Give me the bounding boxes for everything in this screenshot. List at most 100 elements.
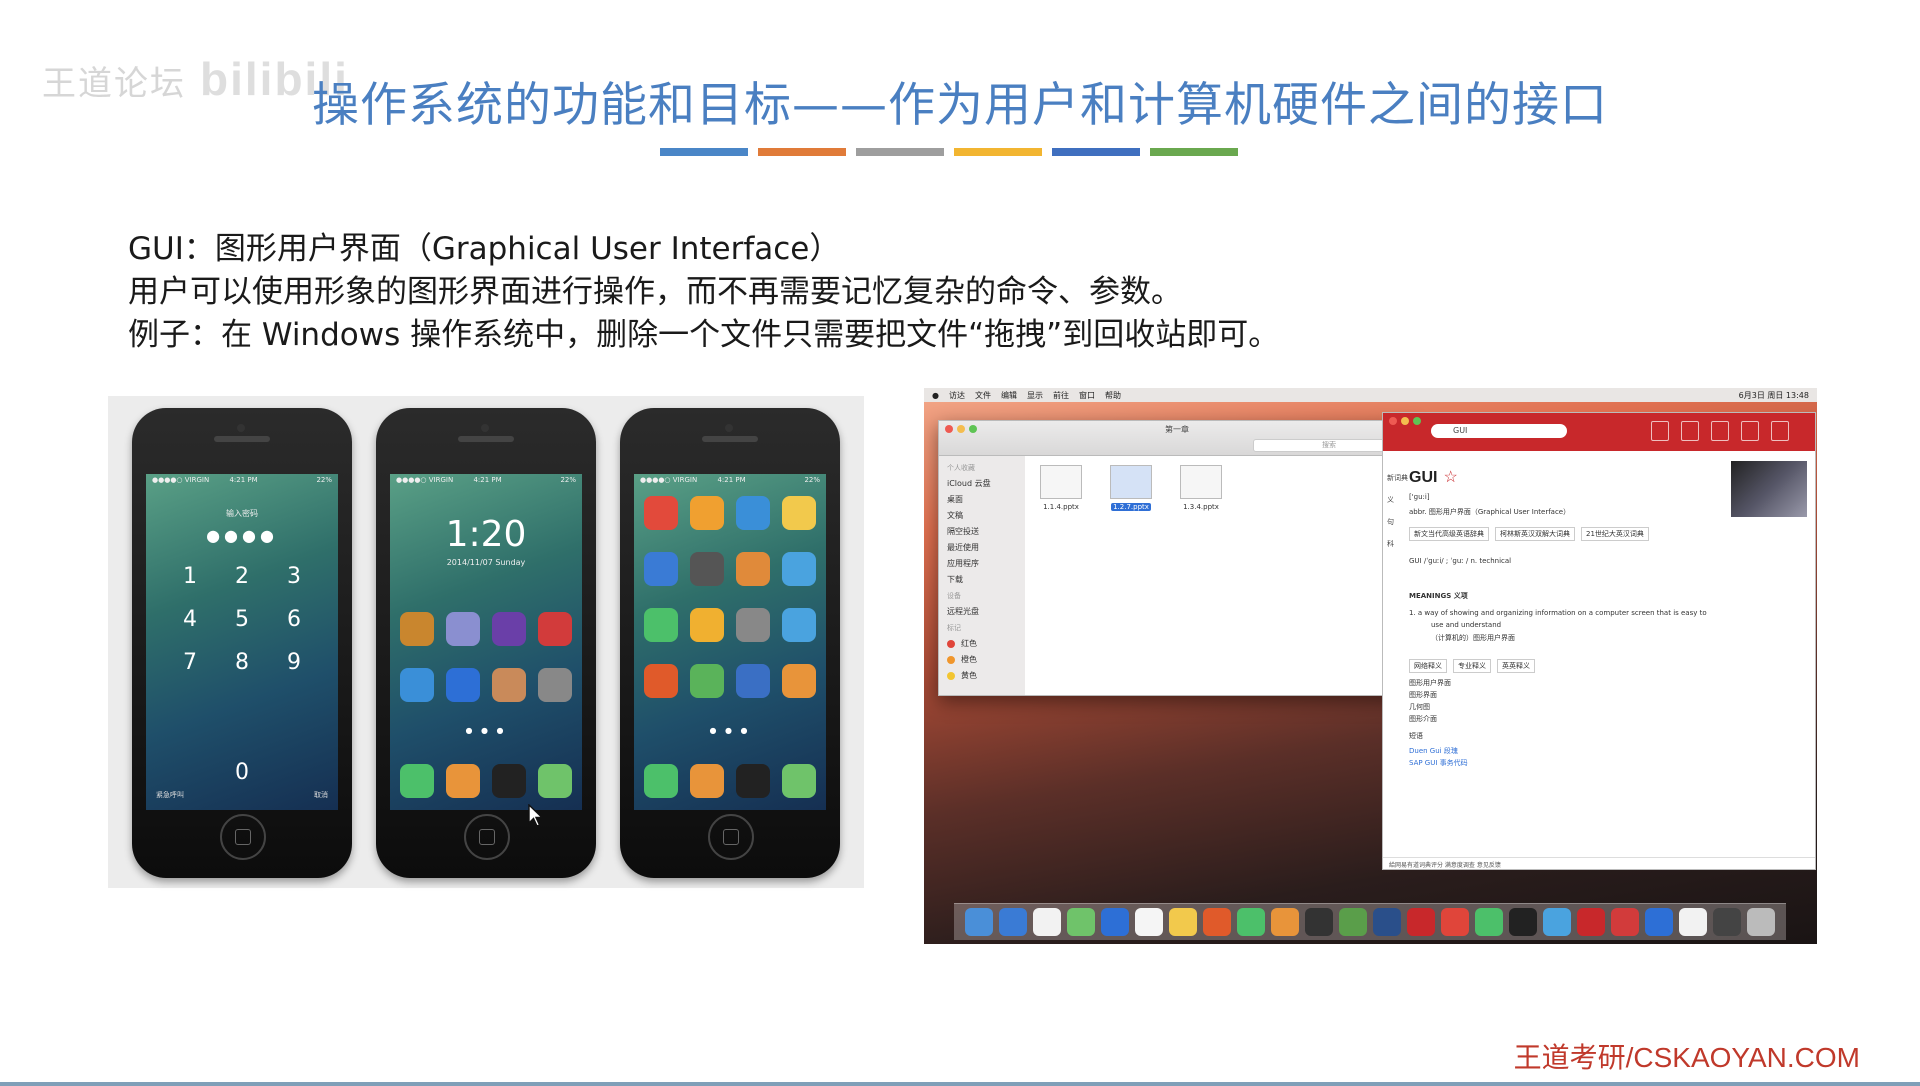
dock-app-icon[interactable] <box>1033 908 1061 936</box>
keypad-key[interactable]: 9 <box>268 650 320 675</box>
app-icon[interactable] <box>690 552 724 586</box>
dock-app-icon[interactable] <box>1611 908 1639 936</box>
home-button[interactable] <box>708 814 754 860</box>
file-item[interactable]: 1.1.4.pptx <box>1039 465 1083 511</box>
app-icon[interactable] <box>736 496 770 530</box>
sidebar-item[interactable]: 远程光盘 <box>947 604 1017 620</box>
cancel-link[interactable]: 取消 <box>314 790 328 800</box>
emergency-call[interactable]: 紧急呼叫 <box>156 790 184 800</box>
app-icon[interactable] <box>400 612 434 646</box>
dock-app-icon[interactable] <box>1679 908 1707 936</box>
keypad-key[interactable]: 6 <box>268 607 320 632</box>
app-icon[interactable] <box>690 496 724 530</box>
dock-app-icon[interactable] <box>1237 908 1265 936</box>
sidebar-item[interactable]: 桌面 <box>947 492 1017 508</box>
file-item[interactable]: 1.2.7.pptx <box>1109 465 1153 511</box>
sidebar-item[interactable]: 应用程序 <box>947 556 1017 572</box>
home-button[interactable] <box>464 814 510 860</box>
app-icon[interactable] <box>538 668 572 702</box>
menubar-item[interactable]: 文件 <box>975 390 991 401</box>
dict-tab[interactable]: 新文当代高级英语辞典 <box>1409 527 1489 541</box>
keypad-key[interactable]: 7 <box>164 650 216 675</box>
dock-app-icon[interactable] <box>1475 908 1503 936</box>
keypad-key-0[interactable]: 0 <box>146 760 338 785</box>
keypad-key[interactable]: 1 <box>164 564 216 589</box>
phrase-link[interactable]: SAP GUI 事务代码 <box>1409 757 1468 769</box>
app-icon[interactable] <box>782 552 816 586</box>
app-icon[interactable] <box>736 664 770 698</box>
translate-icon[interactable] <box>1741 421 1759 441</box>
dict-tab[interactable]: 21世纪大英汉词典 <box>1581 527 1649 541</box>
dock-app-icon[interactable] <box>999 908 1027 936</box>
app-icon[interactable] <box>644 608 678 642</box>
minimize-button[interactable] <box>1401 417 1409 425</box>
app-icon[interactable] <box>644 552 678 586</box>
sidebar-item[interactable]: 隔空投送 <box>947 524 1017 540</box>
dock-app-icon[interactable] <box>1271 908 1299 936</box>
dock-app-icon[interactable] <box>1305 908 1333 936</box>
app-icon[interactable] <box>492 668 526 702</box>
menubar-clock[interactable]: 6月3日 周日 13:48 <box>1739 390 1809 401</box>
keypad-key[interactable]: 5 <box>216 607 268 632</box>
dict-side-item[interactable]: 句 <box>1387 511 1408 533</box>
menubar-item[interactable]: 编辑 <box>1001 390 1017 401</box>
apple-menu-icon[interactable]: ● <box>932 391 939 400</box>
app-icon[interactable] <box>644 496 678 530</box>
close-button[interactable] <box>1389 417 1397 425</box>
app-icon[interactable] <box>782 764 816 798</box>
menubar-item[interactable]: 前往 <box>1053 390 1069 401</box>
home-button[interactable] <box>220 814 266 860</box>
app-icon[interactable] <box>400 764 434 798</box>
dock-app-icon[interactable] <box>1067 908 1095 936</box>
app-icon[interactable] <box>492 612 526 646</box>
sidebar-item[interactable]: 文稿 <box>947 508 1017 524</box>
dock-app-icon[interactable] <box>1407 908 1435 936</box>
dock-app-icon[interactable] <box>1373 908 1401 936</box>
dock-app-icon[interactable] <box>1713 908 1741 936</box>
app-icon[interactable] <box>736 608 770 642</box>
dict-side-item[interactable]: 新词典 <box>1387 467 1408 489</box>
app-icon[interactable] <box>690 664 724 698</box>
dict-tab[interactable]: 网络释义 <box>1409 659 1447 673</box>
sidebar-item[interactable]: 黄色 <box>947 668 1017 684</box>
sidebar-item[interactable]: 下载 <box>947 572 1017 588</box>
app-icon[interactable] <box>538 764 572 798</box>
dock-app-icon[interactable] <box>1509 908 1537 936</box>
menubar-item[interactable]: 显示 <box>1027 390 1043 401</box>
app-icon[interactable] <box>644 664 678 698</box>
phrase-link[interactable]: Duen Gui 段瑰 <box>1409 745 1468 757</box>
dict-tab[interactable]: 专业释义 <box>1453 659 1491 673</box>
zoom-button[interactable] <box>1413 417 1421 425</box>
dock-app-icon[interactable] <box>1101 908 1129 936</box>
sidebar-item[interactable]: 红色 <box>947 636 1017 652</box>
dict-side-item[interactable]: 科 <box>1387 533 1408 555</box>
wordbook-icon[interactable] <box>1771 421 1789 441</box>
app-icon[interactable] <box>782 496 816 530</box>
app-icon[interactable] <box>782 664 816 698</box>
dict-side-item[interactable]: 义 <box>1387 489 1408 511</box>
app-icon[interactable] <box>736 764 770 798</box>
keypad-key[interactable]: 4 <box>164 607 216 632</box>
file-item[interactable]: 1.3.4.pptx <box>1179 465 1223 511</box>
dict-tab[interactable]: 柯林斯英汉双解大词典 <box>1495 527 1575 541</box>
star-icon[interactable]: ☆ <box>1443 469 1457 486</box>
note-icon[interactable] <box>1681 421 1699 441</box>
dict-icon[interactable] <box>1651 421 1669 441</box>
dock-app-icon[interactable] <box>1339 908 1367 936</box>
app-icon[interactable] <box>446 764 480 798</box>
app-icon[interactable] <box>690 764 724 798</box>
dock-app-icon[interactable] <box>1577 908 1605 936</box>
sidebar-item[interactable]: 最近使用 <box>947 540 1017 556</box>
app-icon[interactable] <box>400 668 434 702</box>
dock-app-icon[interactable] <box>1543 908 1571 936</box>
dock-app-icon[interactable] <box>1747 908 1775 936</box>
menubar-item[interactable]: 帮助 <box>1105 390 1121 401</box>
dock-app-icon[interactable] <box>1135 908 1163 936</box>
dock-app-icon[interactable] <box>1441 908 1469 936</box>
sidebar-item[interactable]: 橙色 <box>947 652 1017 668</box>
sidebar-item[interactable]: iCloud 云盘 <box>947 476 1017 492</box>
dock-app-icon[interactable] <box>965 908 993 936</box>
app-icon[interactable] <box>782 608 816 642</box>
dock-app-icon[interactable] <box>1203 908 1231 936</box>
app-icon[interactable] <box>538 612 572 646</box>
